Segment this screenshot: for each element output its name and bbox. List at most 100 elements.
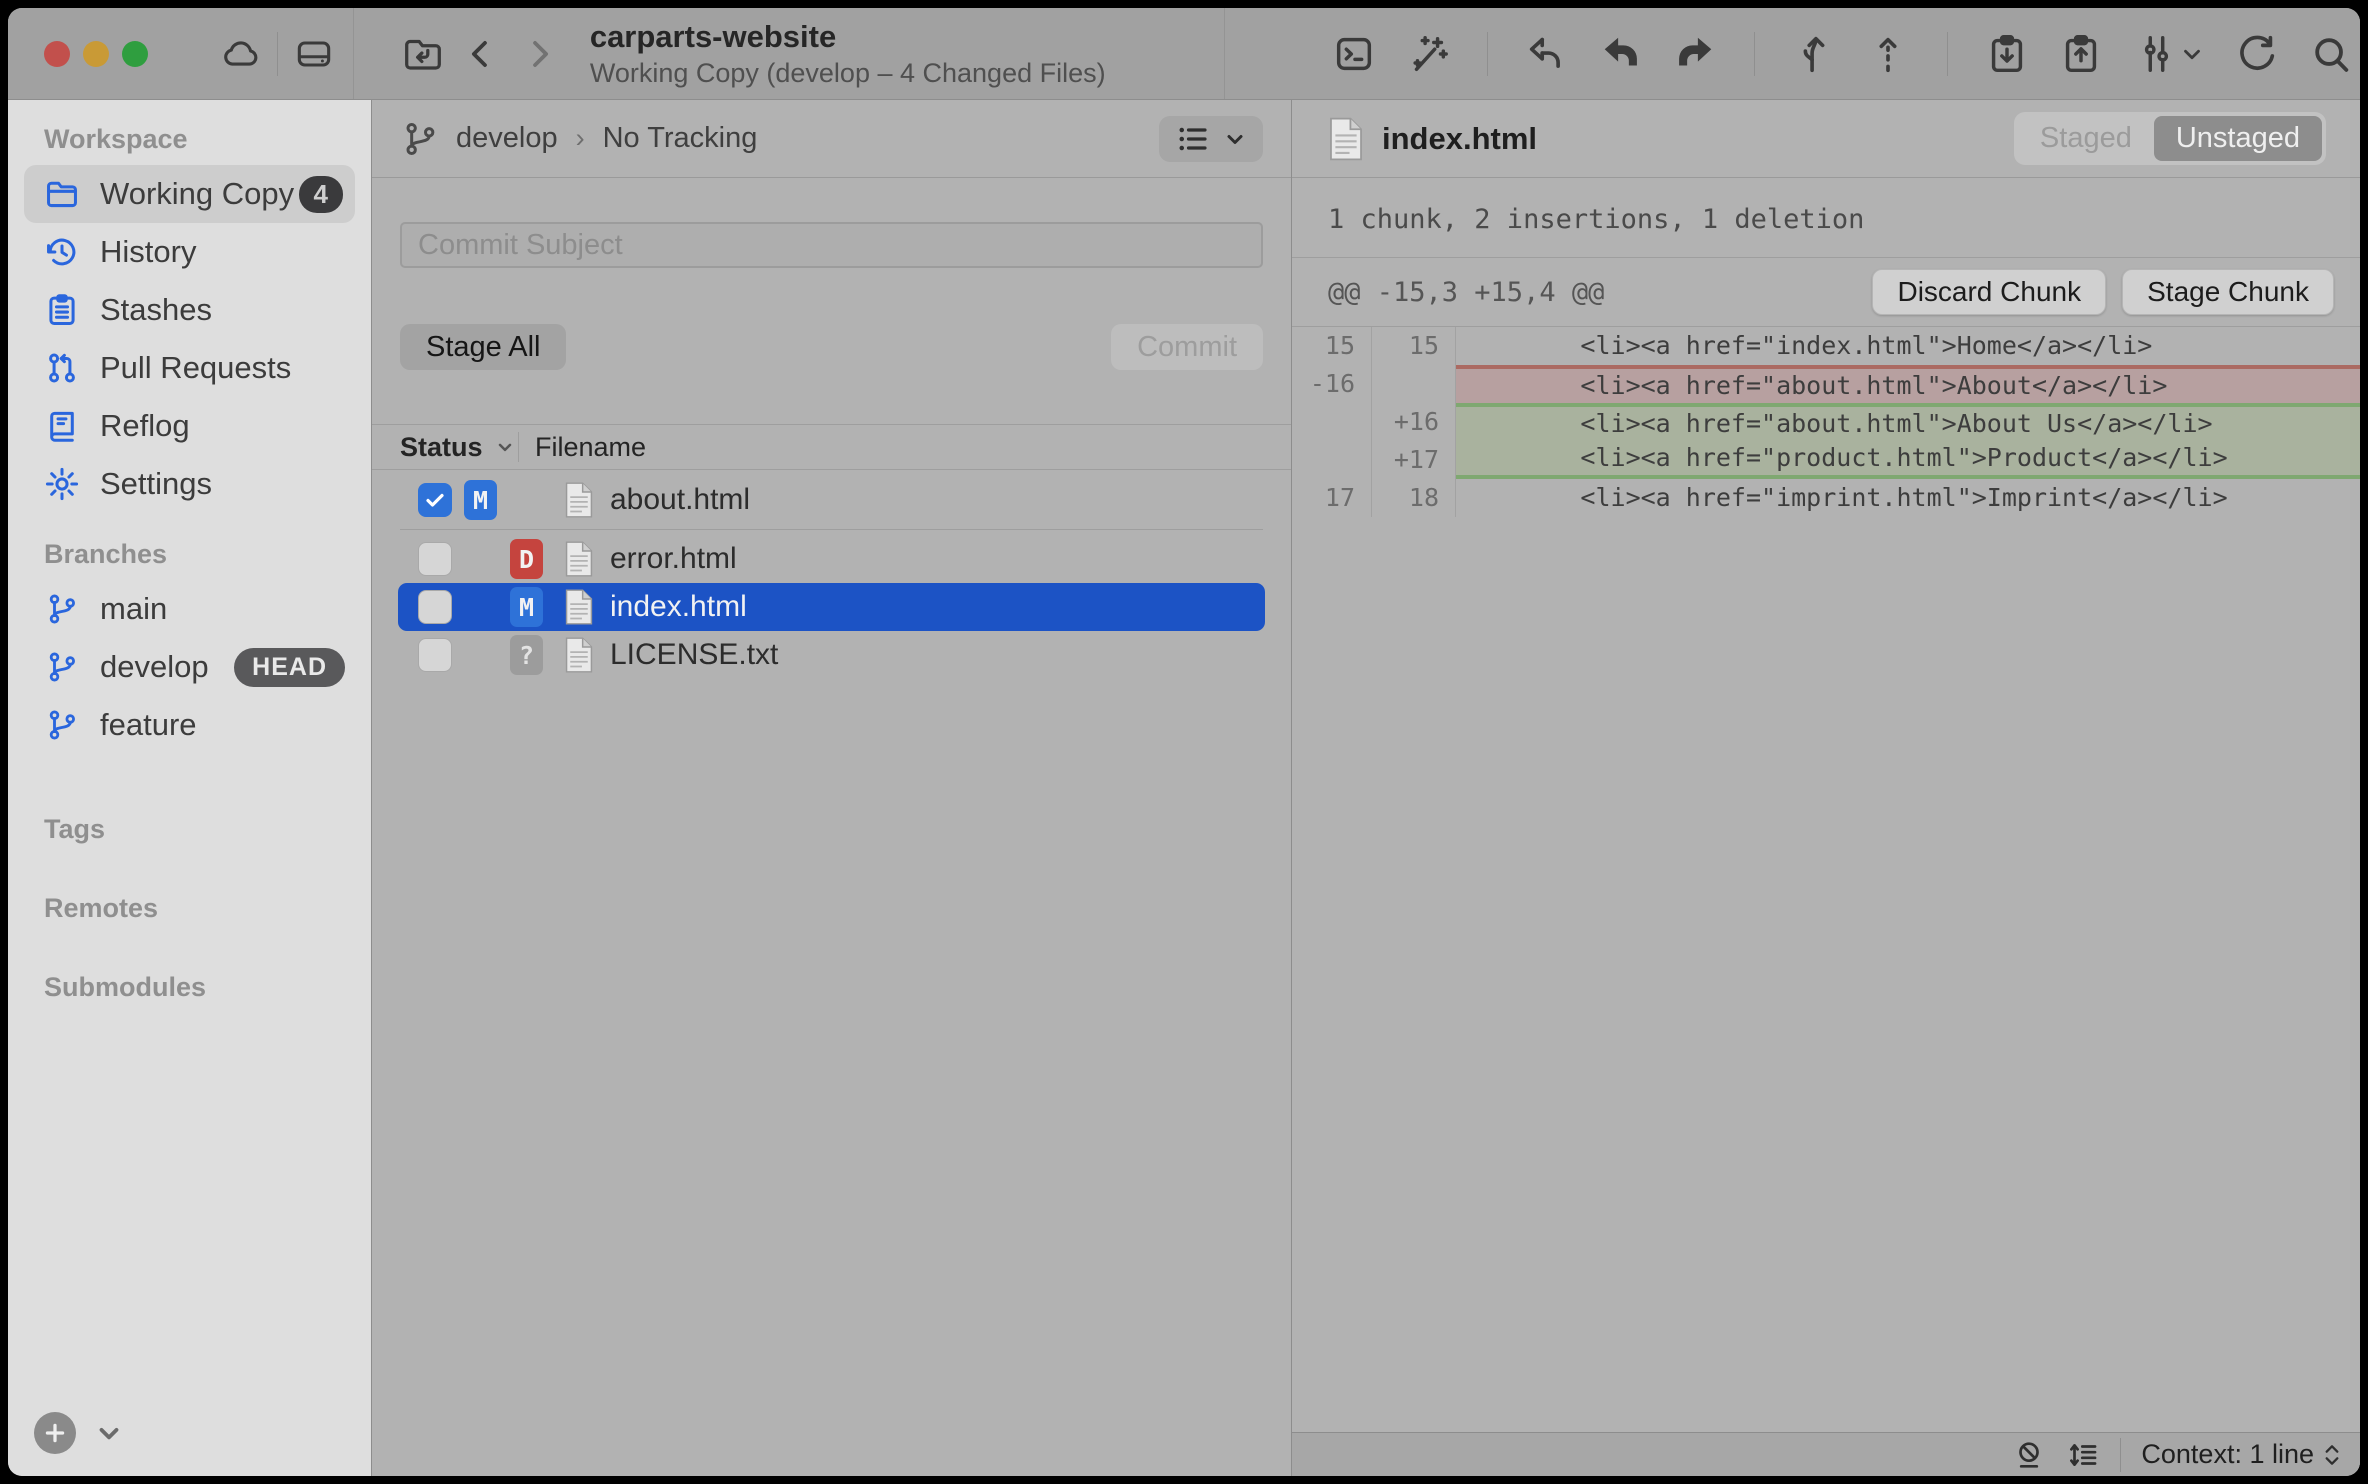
file-name: index.html [610,590,747,624]
titlebar-divider [277,32,278,76]
sidebar-item-stashes[interactable]: Stashes [24,281,355,339]
sidebar-item-label: Stashes [100,292,212,328]
stage-checkbox[interactable] [418,590,452,624]
terminal-button[interactable] [1325,25,1383,83]
remotes-section-header[interactable]: Remotes [8,893,371,924]
magic-wand-icon [1405,31,1451,77]
unstaged-tab[interactable]: Unstaged [2154,116,2322,161]
search-button[interactable] [2302,25,2360,83]
stage-all-button[interactable]: Stage All [400,324,566,370]
file-row-index[interactable]: M index.html [398,583,1265,631]
local-drive-icon[interactable] [292,32,336,76]
branch-icon [42,649,82,685]
context-stepper[interactable]: Context: 1 line [2141,1439,2340,1470]
refresh-button[interactable] [2228,25,2286,83]
sidebar-item-pull-requests[interactable]: Pull Requests [24,339,355,397]
switch-repository-button[interactable] [394,25,452,83]
chunk-range: @@ -15,3 +15,4 @@ [1328,277,1604,308]
sidebar-item-settings[interactable]: Settings [24,455,355,513]
add-options-chevron-icon[interactable] [94,1418,124,1448]
refresh-icon [2234,31,2280,77]
sidebar-branch-main[interactable]: main [24,580,355,638]
cloud-icon[interactable] [219,32,263,76]
file-list-header: Status Filename [372,424,1291,470]
diff-line-context[interactable]: 15 15 <li><a href="index.html">Home</a><… [1292,327,2360,365]
file-row-about[interactable]: M about.html [398,476,1265,524]
tags-section-header[interactable]: Tags [8,814,371,845]
branch-label: develop [100,649,209,685]
changed-files-badge: 4 [299,176,343,213]
diff-line-addition[interactable]: +16 <li><a href="about.html">About Us</a… [1292,403,2360,441]
window-title-block: carparts-website Working Copy (develop –… [590,19,1106,89]
sidebar-branch-develop[interactable]: develop HEAD [24,638,355,696]
file-row-error[interactable]: D error.html [398,535,1265,583]
stage-checkbox[interactable] [418,483,452,517]
repo-subtitle: Working Copy (develop – 4 Changed Files) [590,58,1106,89]
new-line-number [1372,365,1456,403]
stash-pop-button[interactable] [2052,25,2110,83]
filter-options-button[interactable] [2126,25,2212,83]
stash-save-button[interactable] [1978,25,2036,83]
staged-unstaged-separator [400,529,1263,530]
stepper-chevrons-icon[interactable] [2324,1444,2340,1466]
diff-line-context[interactable]: 17 18 <li><a href="imprint.html">Imprint… [1292,479,2360,517]
view-options-button[interactable] [1159,116,1263,162]
reflog-book-icon [42,407,82,445]
undo-button[interactable] [1592,25,1650,83]
zoom-window-button[interactable] [122,41,148,67]
tracking-status[interactable]: No Tracking [603,122,758,155]
chevron-down-icon [2179,41,2205,67]
close-window-button[interactable] [44,41,70,67]
old-line-number: -16 [1292,365,1372,403]
merge-button[interactable] [1785,25,1843,83]
list-view-icon [1175,121,1211,157]
discard-button[interactable] [1518,25,1576,83]
app-window: carparts-website Working Copy (develop –… [8,8,2360,1476]
document-icon [564,636,594,674]
statusbar-divider [2120,1438,2121,1472]
staged-tab[interactable]: Staged [2018,116,2154,161]
filename-column-header[interactable]: Filename [519,432,646,463]
redo-button[interactable] [1666,25,1724,83]
new-line-number: 18 [1372,479,1456,517]
file-name: LICENSE.txt [610,638,778,672]
old-line-number [1292,441,1372,479]
working-copy-panel: develop › No Tracking Stage All Commit [372,100,1292,1476]
rebase-button[interactable] [1859,25,1917,83]
sidebar-item-working-copy[interactable]: Working Copy 4 [24,165,355,223]
sidebar-branch-feature[interactable]: feature [24,696,355,754]
old-line-number: 15 [1292,327,1372,365]
line-spacing-icon[interactable] [2066,1438,2100,1472]
head-badge: HEAD [234,648,345,687]
file-row-license[interactable]: ? LICENSE.txt [398,631,1265,679]
sidebar-item-reflog[interactable]: Reflog [24,397,355,455]
stage-chunk-button[interactable]: Stage Chunk [2122,269,2334,315]
diff-header: index.html Staged Unstaged [1292,100,2360,178]
magic-wand-button[interactable] [1399,25,1457,83]
submodules-section-header[interactable]: Submodules [8,972,371,1003]
diff-line-deletion[interactable]: -16 <li><a href="about.html">About</a></… [1292,365,2360,403]
sort-chevron-icon [495,437,515,457]
sidebar-item-label: Pull Requests [100,350,291,386]
ignore-whitespace-icon[interactable] [2012,1438,2046,1472]
current-branch[interactable]: develop [456,122,558,155]
file-name: error.html [610,542,737,576]
chunk-header-bar: @@ -15,3 +15,4 @@ Discard Chunk Stage Ch… [1292,257,2360,327]
discard-chunk-button[interactable]: Discard Chunk [1872,269,2106,315]
commit-button[interactable]: Commit [1111,324,1263,370]
add-repository-button[interactable] [34,1412,76,1454]
sidebar-item-history[interactable]: History [24,223,355,281]
diff-statusbar: Context: 1 line [1292,1432,2360,1476]
undo-filled-icon [1598,31,1644,77]
status-column-label: Status [400,432,483,463]
stage-checkbox[interactable] [418,542,452,576]
merge-branch-icon [1791,31,1837,77]
stage-checkbox[interactable] [418,638,452,672]
forward-button[interactable] [510,25,568,83]
status-column-header[interactable]: Status [372,432,518,463]
diff-summary: 1 chunk, 2 insertions, 1 deletion [1292,178,2360,257]
minimize-window-button[interactable] [83,41,109,67]
commit-subject-input[interactable] [400,222,1263,268]
back-button[interactable] [452,25,510,83]
diff-line-addition[interactable]: +17 <li><a href="product.html">Product</… [1292,441,2360,479]
